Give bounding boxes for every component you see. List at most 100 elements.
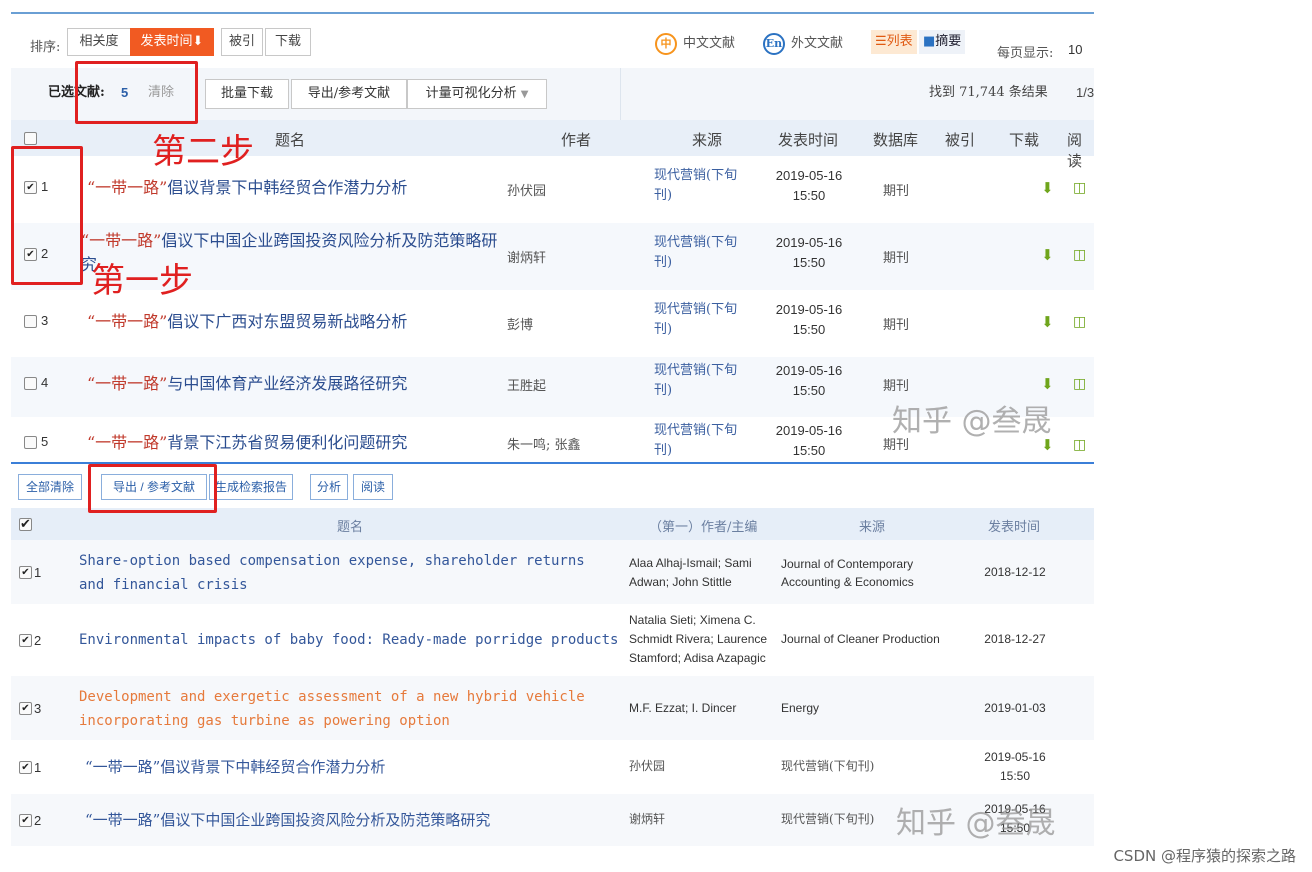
list-view-button[interactable]: ☰列表 xyxy=(871,30,917,54)
sort-date-button[interactable]: 发表时间⬇ xyxy=(130,28,214,56)
read-book-icon[interactable]: ◫ xyxy=(1073,315,1093,329)
header-source[interactable]: 来源 xyxy=(692,129,722,150)
row-checkbox[interactable] xyxy=(24,377,37,390)
row-source[interactable]: 现代营销(下旬刊) xyxy=(654,300,754,340)
row-source[interactable]: 现代营销(下旬刊) xyxy=(654,421,754,461)
read-book-icon[interactable]: ◫ xyxy=(1073,248,1093,262)
row-author[interactable]: 朱一鸣; 张鑫 xyxy=(507,434,581,453)
row-title[interactable]: “一带一路”倡议背景下中韩经贸合作潜力分析 xyxy=(87,176,407,200)
abstract-view-button[interactable]: ■摘要 xyxy=(919,30,966,54)
header-date[interactable]: 发表时间 xyxy=(778,129,838,150)
row-checkbox[interactable]: ✔ xyxy=(19,761,32,774)
row-checkbox[interactable]: ✔ xyxy=(19,634,32,647)
read-button[interactable]: 阅读 xyxy=(353,474,393,500)
row-title[interactable]: Share-option based compensation expense,… xyxy=(79,549,609,597)
row-author[interactable]: 彭博 xyxy=(507,314,533,333)
row-source[interactable]: 现代营销(下旬刊) xyxy=(654,361,754,401)
divider xyxy=(620,68,621,120)
header-title: 题名 xyxy=(337,520,364,535)
step1-highlight-box xyxy=(11,146,83,285)
row-title[interactable]: “一带一路”倡议下广西对东盟贸易新战略分析 xyxy=(87,310,407,334)
row-title[interactable]: Development and exergetic assessment of … xyxy=(79,685,609,733)
row-number: 5 xyxy=(41,434,49,449)
select-all-checkbox[interactable] xyxy=(24,132,37,145)
download-icon[interactable]: ⬇ xyxy=(1041,181,1055,196)
read-book-icon[interactable]: ◫ xyxy=(1073,438,1093,452)
row-checkbox[interactable]: ✔ xyxy=(19,814,32,827)
list-icon: ☰ xyxy=(875,34,887,49)
chevron-down-icon: ▼ xyxy=(520,89,529,100)
header-source: 来源 xyxy=(859,520,886,535)
row-checkbox[interactable]: ✔ xyxy=(19,566,32,579)
per-page-label: 每页显示: xyxy=(997,46,1054,61)
row-number: 2 xyxy=(34,813,42,828)
row-source[interactable]: 现代营销(下旬刊) xyxy=(654,166,754,206)
select-all-checkbox[interactable]: ✔ xyxy=(19,518,32,531)
row-number: 1 xyxy=(34,565,42,580)
row-author[interactable]: 孙伏园 xyxy=(507,180,546,199)
selected-literature-panel: 全部清除 导出 / 参考文献 生成检索报告 分析 阅读 ✔ 题名 （第一）作者/… xyxy=(11,466,1094,848)
row-author[interactable]: 王胜起 xyxy=(507,375,546,394)
read-book-icon[interactable]: ◫ xyxy=(1073,377,1093,391)
row-date: 2019-05-16 15:50 xyxy=(775,235,843,270)
header-title[interactable]: 题名 xyxy=(275,129,305,150)
row-date: 2019-05-16 15:50 xyxy=(775,423,843,458)
export-reference-button[interactable]: 导出/参考文献 xyxy=(291,79,407,109)
row-title[interactable]: “一带一路”倡议背景下中韩经贸合作潜力分析 xyxy=(85,755,385,779)
sort-relevance-button[interactable]: 相关度 xyxy=(67,28,131,56)
zhihu-watermark: 知乎 @叁晟 xyxy=(892,404,1052,439)
row-date: 2019-05-16 15:50 xyxy=(775,168,843,203)
step1-annotation: 第一步 xyxy=(91,261,193,301)
read-book-icon[interactable]: ◫ xyxy=(1073,181,1093,195)
foreign-literature-tab[interactable]: En 外文文献 xyxy=(763,32,843,55)
row-source: Journal of Cleaner Production xyxy=(781,632,940,646)
row-number: 1 xyxy=(34,760,42,775)
sort-download-button[interactable]: 下载 xyxy=(265,28,311,56)
row-author: Natalia Sieti; Ximena C. Schmidt Rivera;… xyxy=(629,613,768,665)
row-database: 期刊 xyxy=(883,379,910,394)
row-source: Energy xyxy=(781,701,820,715)
step2-highlight-box xyxy=(75,61,198,124)
download-icon[interactable]: ⬇ xyxy=(1041,438,1055,453)
table-row: ✔ 1 “一带一路”倡议背景下中韩经贸合作潜力分析 孙伏园 现代营销(下旬刊) … xyxy=(11,740,1094,794)
analyze-button[interactable]: 分析 xyxy=(310,474,348,500)
csdn-credit: CSDN @程序猿的探索之路 xyxy=(1113,847,1296,865)
row-author[interactable]: 谢炳轩 xyxy=(507,247,546,266)
row-title[interactable]: “一带一路”背景下江苏省贸易便利化问题研究 xyxy=(87,431,407,455)
row-number: 3 xyxy=(34,701,42,716)
header-cited[interactable]: 被引 xyxy=(945,129,975,150)
generate-report-button[interactable]: 生成检索报告 xyxy=(209,474,293,500)
row-date: 2019-05-16 15:50 xyxy=(775,363,843,398)
row-title[interactable]: “一带一路”倡议下中国企业跨国投资风险分析及防范策略研究 xyxy=(85,808,490,832)
download-icon[interactable]: ⬇ xyxy=(1041,377,1055,392)
header-download[interactable]: 下载 xyxy=(1009,129,1039,150)
row-database: 期刊 xyxy=(883,318,910,333)
row-author: M.F. Ezzat; I. Dincer xyxy=(629,701,737,715)
visual-analysis-dropdown[interactable]: 计量可视化分析 ▼ xyxy=(407,79,547,109)
download-icon[interactable]: ⬇ xyxy=(1041,248,1055,263)
row-checkbox[interactable] xyxy=(24,436,37,449)
row-title[interactable]: “一带一路”与中国体育产业经济发展路径研究 xyxy=(87,372,407,396)
row-date: 2019-05-16 15:50 xyxy=(984,750,1046,783)
per-page-value[interactable]: 10 xyxy=(1068,42,1082,57)
row-number: 4 xyxy=(41,375,49,390)
table-row: ✔ 3 Development and exergetic assessment… xyxy=(11,676,1094,740)
row-checkbox[interactable] xyxy=(24,315,37,328)
row-source[interactable]: 现代营销(下旬刊) xyxy=(654,233,754,273)
row-checkbox[interactable]: ✔ xyxy=(19,702,32,715)
step2-annotation: 第二步 xyxy=(152,132,254,172)
page-indicator: 1/3 xyxy=(1076,85,1094,100)
header-author[interactable]: 作者 xyxy=(561,129,591,150)
download-icon[interactable]: ⬇ xyxy=(1041,315,1055,330)
row-author: 谢炳轩 xyxy=(629,812,666,826)
row-source: 现代营销(下旬刊) xyxy=(781,812,875,826)
header-database[interactable]: 数据库 xyxy=(873,129,918,150)
batch-download-button[interactable]: 批量下载 xyxy=(205,79,289,109)
clear-all-button[interactable]: 全部清除 xyxy=(18,474,82,500)
row-title[interactable]: Environmental impacts of baby food: Read… xyxy=(79,628,619,652)
chinese-literature-tab[interactable]: 中中文文献 xyxy=(655,32,735,55)
row-author: Alaa Alhaj-Ismail; Sami Adwan; John Stit… xyxy=(629,556,752,589)
row-date: 2019-01-03 xyxy=(984,701,1046,715)
sort-cited-button[interactable]: 被引 xyxy=(221,28,263,56)
row-source: 现代营销(下旬刊) xyxy=(781,759,875,773)
